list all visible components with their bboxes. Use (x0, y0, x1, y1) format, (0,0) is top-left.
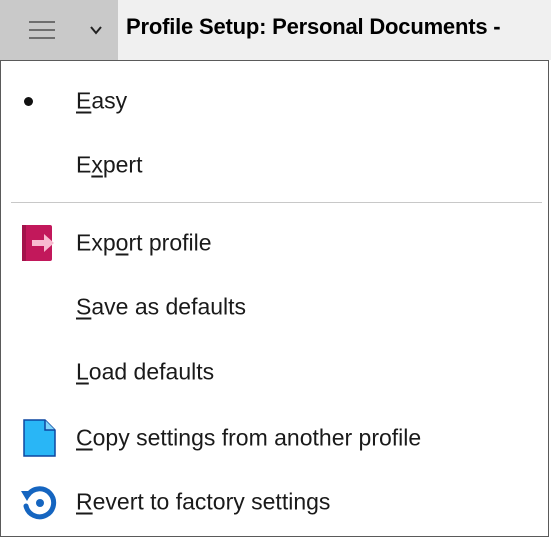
menu-item-label: Expert (76, 151, 143, 178)
menu-item-label: Export profile (76, 229, 212, 256)
menu-item-label: Save as defaults (76, 293, 247, 320)
menu-item-copy-settings[interactable]: Copy settings from another profile (1, 410, 548, 466)
hamburger-icon[interactable] (29, 20, 55, 40)
title-bar: Profile Setup: Personal Documents - (0, 0, 551, 60)
menu-item-expert[interactable]: Expert (1, 137, 548, 193)
menu-item-load-defaults[interactable]: Load defaults (1, 344, 548, 400)
menu-item-label: Copy settings from another profile (76, 424, 422, 451)
menu-item-label: Easy (76, 87, 128, 114)
menu-separator (11, 202, 542, 203)
menu-button[interactable] (0, 0, 118, 60)
menu-item-export-profile[interactable]: Export profile (1, 215, 548, 271)
dropdown-menu: Easy Expert Export profile Save as defau… (0, 60, 549, 537)
menu-item-easy[interactable]: Easy (1, 73, 548, 129)
selected-bullet-icon (24, 97, 33, 106)
menu-item-label: Revert to factory settings (76, 488, 331, 515)
revert-icon (21, 486, 57, 520)
chevron-down-icon[interactable] (88, 22, 104, 38)
export-icon (22, 225, 54, 261)
window-title: Profile Setup: Personal Documents - (126, 14, 501, 39)
document-icon (23, 419, 56, 457)
menu-item-save-as-defaults[interactable]: Save as defaults (1, 279, 548, 335)
menu-item-label: Load defaults (76, 358, 215, 385)
menu-item-revert-factory[interactable]: Revert to factory settings (1, 474, 548, 530)
